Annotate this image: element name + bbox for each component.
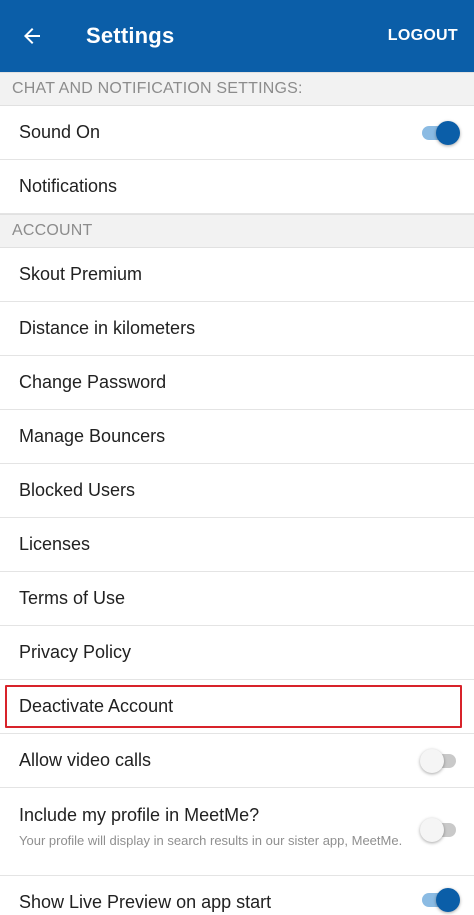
live-preview-toggle[interactable] xyxy=(420,888,460,912)
setting-row-licenses[interactable]: Licenses xyxy=(0,518,474,572)
arrow-left-icon xyxy=(20,24,44,48)
toggle-thumb xyxy=(420,818,444,842)
setting-label: Change Password xyxy=(19,372,167,392)
deactivate-account-button[interactable]: Deactivate Account xyxy=(5,685,462,728)
app-bar: Settings LOGOUT xyxy=(0,0,474,72)
setting-label: Blocked Users xyxy=(19,480,136,500)
allow-video-calls-toggle[interactable] xyxy=(420,748,460,773)
back-button[interactable] xyxy=(0,0,64,72)
sound-on-toggle[interactable] xyxy=(420,120,460,145)
include-meetme-toggle[interactable] xyxy=(420,818,460,842)
setting-row-blocked-users[interactable]: Blocked Users xyxy=(0,464,474,518)
section-header-chat: CHAT AND NOTIFICATION SETTINGS: xyxy=(0,72,474,106)
setting-row-include-meetme[interactable]: Include my profile in MeetMe? Your profi… xyxy=(0,788,474,876)
setting-row-change-password[interactable]: Change Password xyxy=(0,356,474,410)
setting-label: Distance in kilometers xyxy=(19,318,196,338)
setting-label: Manage Bouncers xyxy=(19,426,166,446)
toggle-thumb xyxy=(436,888,460,912)
section-header-account: ACCOUNT xyxy=(0,214,474,248)
setting-label: Allow video calls xyxy=(19,750,152,770)
setting-row-live-preview[interactable]: Show Live Preview on app start xyxy=(0,876,474,915)
setting-row-deactivate-wrapper: Deactivate Account xyxy=(0,680,474,734)
setting-description: Your profile will display in search resu… xyxy=(19,833,403,848)
setting-label: Terms of Use xyxy=(19,588,126,608)
setting-row-sound-on[interactable]: Sound On xyxy=(0,106,474,160)
setting-row-terms-of-use[interactable]: Terms of Use xyxy=(0,572,474,626)
logout-button[interactable]: LOGOUT xyxy=(388,0,458,72)
setting-label: Licenses xyxy=(19,534,91,554)
setting-row-notifications[interactable]: Notifications xyxy=(0,160,474,214)
page-title: Settings xyxy=(86,23,175,48)
setting-label: Include my profile in MeetMe? xyxy=(19,805,260,825)
setting-row-distance-km[interactable]: Distance in kilometers xyxy=(0,302,474,356)
toggle-thumb xyxy=(420,748,444,773)
setting-row-skout-premium[interactable]: Skout Premium xyxy=(0,248,474,302)
setting-label: Notifications xyxy=(19,176,118,196)
settings-screen: Settings LOGOUT CHAT AND NOTIFICATION SE… xyxy=(0,0,474,915)
setting-label: Show Live Preview on app start xyxy=(19,892,272,912)
setting-row-privacy-policy[interactable]: Privacy Policy xyxy=(0,626,474,680)
setting-label: Sound On xyxy=(19,122,101,142)
setting-label: Skout Premium xyxy=(19,264,143,284)
setting-row-allow-video-calls[interactable]: Allow video calls xyxy=(0,734,474,788)
setting-label: Deactivate Account xyxy=(19,696,174,716)
setting-row-manage-bouncers[interactable]: Manage Bouncers xyxy=(0,410,474,464)
toggle-thumb xyxy=(436,120,460,145)
setting-label: Privacy Policy xyxy=(19,642,132,662)
